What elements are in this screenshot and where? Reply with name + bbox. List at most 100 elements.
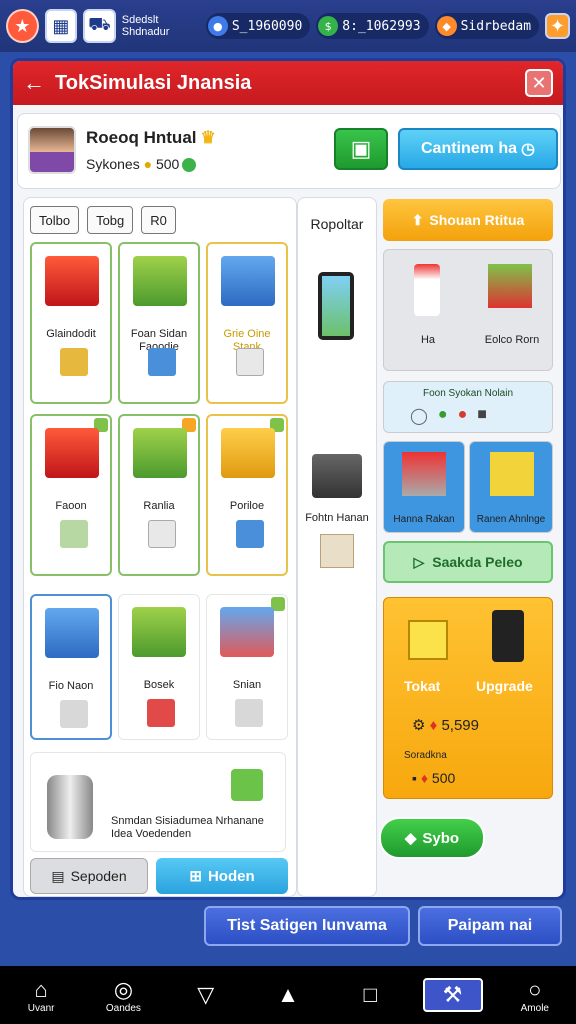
window-header: ← TokSimulasi Jnansia ✕ bbox=[13, 61, 563, 105]
add-icon: ⊞ bbox=[189, 868, 202, 885]
grid-item[interactable]: Poriloe bbox=[206, 414, 288, 576]
yellow-box-icon bbox=[490, 452, 534, 496]
trash-can-icon bbox=[47, 775, 93, 839]
back-arrow-icon[interactable]: ← bbox=[23, 70, 55, 96]
small-box-icon bbox=[147, 699, 175, 727]
nav-circle[interactable]: ○ Amole bbox=[505, 977, 565, 1014]
avatar[interactable] bbox=[28, 126, 76, 174]
small-box-icon bbox=[236, 348, 264, 376]
grid-item[interactable]: Bosek bbox=[118, 594, 200, 740]
profile-sub-value: 500 bbox=[155, 156, 180, 172]
ruby-icon: ♦ bbox=[420, 770, 429, 786]
gear-icon: ⚙ bbox=[412, 717, 426, 734]
price-value: 500 bbox=[431, 770, 456, 786]
tab-r0[interactable]: R0 bbox=[141, 206, 176, 234]
grid-item[interactable]: Snian bbox=[206, 594, 288, 740]
saakda-button[interactable]: ▷ Saakda Peleo bbox=[383, 541, 553, 583]
close-icon[interactable]: ✕ bbox=[525, 69, 553, 97]
green-box-icon bbox=[231, 769, 263, 801]
nav-square[interactable]: □ bbox=[340, 982, 400, 1008]
leaf-icon: ● bbox=[437, 406, 448, 423]
upgrade-card[interactable]: Tokat Upgrade ⚙ ♦ 5,599 Soradkna ▪ ♦ 500 bbox=[383, 597, 553, 799]
machine-icon: ▪ bbox=[412, 770, 417, 786]
grid-item-label: Snian bbox=[232, 679, 262, 691]
ruby-icon: ♦ bbox=[429, 717, 438, 734]
window-title: TokSimulasi Jnansia bbox=[55, 71, 252, 94]
upgrade-right-label: Upgrade bbox=[476, 678, 533, 694]
nav-house[interactable]: ▲ bbox=[258, 982, 318, 1008]
tab-tolbo[interactable]: Tolbo bbox=[30, 206, 80, 234]
yellow-box-icon bbox=[221, 428, 275, 478]
circle-icon: ○ bbox=[528, 976, 542, 1002]
coin-small-icon: ● bbox=[143, 156, 153, 172]
upgrade-left-label: Tokat bbox=[404, 678, 441, 694]
hoden-button[interactable]: ⊞ Hoden bbox=[156, 858, 288, 894]
grid-item[interactable]: Glaindodit bbox=[30, 242, 112, 404]
game-logo-icon[interactable]: ★ bbox=[6, 9, 39, 43]
nav-home[interactable]: ⌂ Uvanr bbox=[11, 977, 71, 1014]
grid-item[interactable]: Faoon bbox=[30, 414, 112, 576]
gem-icon: $ bbox=[318, 16, 339, 36]
small-box-icon bbox=[60, 700, 88, 728]
square-icon: □ bbox=[363, 982, 377, 1007]
store-window: ← TokSimulasi Jnansia ✕ Roeoq Hntual ♛ Sy… bbox=[10, 58, 566, 900]
grid-item-label: Bosek bbox=[143, 679, 175, 691]
tool-icon: ⚒ bbox=[442, 982, 463, 1007]
cash-button[interactable]: ▣ bbox=[334, 128, 388, 170]
nav-tool[interactable]: ⚒ bbox=[422, 978, 483, 1012]
bin-text: Snmdan Sisiadumea Nrhanane bbox=[111, 815, 264, 827]
calendar-icon[interactable]: ▦ bbox=[44, 9, 78, 43]
gem-counter[interactable]: $8:_1062993 bbox=[316, 13, 429, 39]
item-panel: Tolbo Tobg R0 Glaindodit Foan Sidan Faoo… bbox=[23, 197, 297, 897]
shop-card[interactable]: Ha Eolco Rorn bbox=[383, 249, 553, 371]
bottle-icon bbox=[414, 264, 440, 316]
grid-item[interactable]: Ranlia bbox=[118, 414, 200, 576]
shield-icon: ◆ bbox=[436, 16, 457, 36]
top-title: Sdedslt Shdnadur bbox=[121, 14, 170, 38]
tool-icon bbox=[408, 620, 448, 660]
bottom-nav: ⌂ Uvanr ◎ Oandes ▽ ▲ □ ⚒ ○ Amole bbox=[0, 966, 576, 1024]
grid-item-label: Fio Naon bbox=[48, 680, 94, 692]
card-label: Eolco Rorn bbox=[484, 334, 540, 346]
green-box-icon bbox=[133, 428, 187, 478]
phone-icon[interactable] bbox=[318, 272, 354, 340]
green-box-icon bbox=[133, 256, 187, 306]
blue-box-icon bbox=[220, 607, 274, 657]
blue-box-icon bbox=[221, 256, 275, 306]
shop-icon[interactable]: ⛟ bbox=[83, 9, 116, 43]
tab-tobg[interactable]: Tobg bbox=[87, 206, 134, 234]
shouan-button[interactable]: ⬆ Shouan Rtitua bbox=[383, 199, 553, 241]
middle-panel: Ropoltar Fohtn Hanan bbox=[297, 197, 377, 897]
shop-card[interactable]: Hanna Rakan bbox=[383, 441, 465, 533]
small-box-icon bbox=[148, 348, 176, 376]
sybo-button[interactable]: ◆ Sybo bbox=[379, 817, 485, 859]
shop-card[interactable]: Ranen Ahnlnge bbox=[469, 441, 553, 533]
small-box-icon bbox=[235, 699, 263, 727]
grid-item[interactable]: Foan Sidan Faoodie bbox=[118, 242, 200, 404]
strip-label: Foon Syokan Nolain bbox=[422, 388, 514, 399]
sepoden-button[interactable]: ▤ Sepoden bbox=[30, 858, 148, 894]
cash-icon: ▣ bbox=[350, 136, 372, 161]
nav-globe[interactable]: ◎ Oandes bbox=[93, 977, 153, 1014]
grid-item[interactable]: Fio Naon bbox=[30, 594, 112, 740]
meat-icon: ● bbox=[457, 406, 468, 423]
coin-counter[interactable]: ● S_1960090 bbox=[205, 13, 311, 39]
printer-icon[interactable] bbox=[312, 454, 362, 498]
upgrade-sub-label: Soradkna bbox=[404, 750, 447, 761]
bin-item[interactable]: Snmdan Sisiadumea Nrhanane Idea Voedenden bbox=[30, 752, 286, 852]
small-box-icon bbox=[320, 534, 354, 568]
rank-counter[interactable]: ◆ Sidrbedam bbox=[434, 13, 540, 39]
gift-box-icon bbox=[488, 264, 532, 308]
continue-button[interactable]: Cantinem ha ◷ bbox=[398, 128, 558, 170]
house-icon: ▲ bbox=[277, 982, 299, 1007]
gem-small-icon bbox=[182, 158, 197, 173]
grid-item[interactable]: Grie Oine Stank bbox=[206, 242, 288, 404]
settings-button[interactable]: Tist Satigen Iunvama bbox=[204, 906, 410, 946]
top-bar: ★ ▦ ⛟ Sdedslt Shdnadur ● S_1960090 $8:_10… bbox=[0, 0, 576, 52]
pair-button[interactable]: Paipam nai bbox=[418, 906, 562, 946]
star-icon[interactable]: ✦ bbox=[545, 13, 570, 39]
coin-icon: ● bbox=[207, 16, 228, 36]
nav-cup[interactable]: ▽ bbox=[176, 982, 236, 1008]
card-label: Ranen Ahnlnge bbox=[476, 514, 546, 525]
collection-strip[interactable]: Foon Syokan Nolain ◯ ● ● ■ bbox=[383, 381, 553, 433]
